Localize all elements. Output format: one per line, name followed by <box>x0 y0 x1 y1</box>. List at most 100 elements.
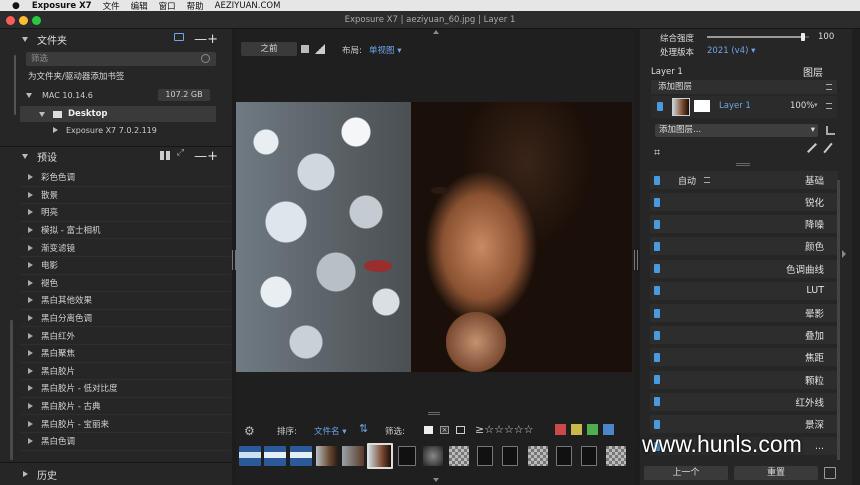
close-window-button[interactable] <box>6 16 15 25</box>
preset-add-remove[interactable]: —+ <box>194 149 218 164</box>
presets-scrollbar[interactable] <box>10 320 13 460</box>
adjust-panel-row[interactable]: 晕影 <box>650 304 838 322</box>
layer-thumbnail[interactable] <box>672 98 690 116</box>
folders-header[interactable]: 文件夹 —+ <box>0 30 232 48</box>
previous-button[interactable]: 上一个 <box>644 466 728 480</box>
panel-toggle[interactable] <box>654 330 660 340</box>
menu-window[interactable]: 窗口 <box>159 0 176 12</box>
expand-icon[interactable]: ⤢ <box>177 148 184 158</box>
yellow-label-filter[interactable] <box>571 424 582 435</box>
compare-icon[interactable] <box>315 44 325 54</box>
menu-file[interactable]: 文件 <box>103 0 120 12</box>
desktop-folder-row[interactable]: Desktop <box>20 106 216 122</box>
blue-label-filter[interactable] <box>603 424 614 435</box>
expand-icon[interactable] <box>28 438 33 445</box>
thumbnail[interactable] <box>581 446 597 466</box>
thumbnail[interactable] <box>398 446 416 466</box>
expand-icon[interactable] <box>28 420 33 427</box>
mask-icon[interactable] <box>826 126 835 135</box>
thumbnail[interactable] <box>449 446 469 466</box>
panel-toggle[interactable] <box>654 264 660 274</box>
thumbnail[interactable] <box>477 446 493 466</box>
menu-site[interactable]: AEZIYUAN.COM <box>215 1 281 11</box>
preset-category[interactable]: 黑白胶片 <box>20 363 231 381</box>
grid-view-icon[interactable] <box>160 151 170 160</box>
collapse-icon[interactable] <box>22 153 28 159</box>
adjust-panel-row[interactable]: 颜色 <box>650 237 838 256</box>
filmstrip-resize-handle[interactable] <box>428 412 440 415</box>
adjust-panel-row[interactable]: 叠加 <box>650 326 838 345</box>
expand-icon[interactable] <box>28 262 33 269</box>
auto-button[interactable]: 自动 <box>678 174 696 187</box>
app-menu[interactable]: Exposure X7 <box>32 1 92 11</box>
add-layer-header[interactable]: 添加图层 <box>651 80 837 94</box>
preset-category[interactable]: 黑白胶片 - 低对比度 <box>20 380 231 398</box>
folder-filter-input[interactable]: 筛选 <box>26 52 216 66</box>
adjust-panel-row[interactable]: 焦距 <box>650 348 838 367</box>
thumbnail[interactable] <box>239 446 261 466</box>
star-rating[interactable]: ☆☆☆☆☆ <box>484 423 533 436</box>
folder-scrollbar[interactable] <box>14 55 16 115</box>
collapse-icon[interactable] <box>22 36 28 42</box>
thumbnail[interactable] <box>423 446 443 466</box>
collapse-bottom-icon[interactable] <box>433 478 439 482</box>
drive-row[interactable]: MAC 10.14.6 107.2 GB <box>20 87 216 103</box>
preset-category[interactable]: 黑白聚焦 <box>20 345 231 363</box>
layer-menu-icon[interactable] <box>826 84 832 90</box>
expand-icon[interactable] <box>28 385 33 392</box>
panel-toggle[interactable] <box>654 419 660 429</box>
adjust-scrollbar[interactable] <box>837 180 840 460</box>
panel-toggle[interactable] <box>654 352 660 362</box>
menu-help[interactable]: 帮助 <box>187 0 204 12</box>
expand-icon[interactable] <box>28 244 33 251</box>
sort-dropdown[interactable]: 文件名 ▾ <box>314 425 346 437</box>
add-bookmark-link[interactable]: 为文件夹/驱动器添加书签 <box>28 70 124 82</box>
preset-category[interactable]: 黑白色调 <box>20 433 231 451</box>
rating-filter[interactable]: ≥☆☆☆☆☆ <box>475 423 534 436</box>
layer-menu-icon[interactable] <box>826 103 832 109</box>
zoom-window-button[interactable] <box>32 16 41 25</box>
expand-icon[interactable] <box>28 403 33 410</box>
unflagged-filter-icon[interactable] <box>456 426 465 434</box>
layer-mask-thumbnail[interactable] <box>694 100 710 112</box>
panel-layout-icon[interactable] <box>824 467 836 479</box>
adjust-panel-row[interactable]: 降噪 <box>650 215 838 234</box>
reject-filter-icon[interactable]: × <box>440 426 449 434</box>
layout-dropdown[interactable]: 单视图 ▾ <box>369 44 401 56</box>
filmstrip-settings-icon[interactable]: ⚙ <box>244 424 255 438</box>
expand-icon[interactable] <box>28 174 33 181</box>
collapse-right-icon[interactable] <box>842 250 846 258</box>
strength-slider[interactable] <box>707 33 809 41</box>
apple-menu-icon[interactable]: ● <box>12 1 20 11</box>
thumbnail[interactable] <box>316 446 338 466</box>
panel-toggle[interactable] <box>654 197 660 207</box>
expand-icon[interactable] <box>28 350 33 357</box>
preset-category[interactable]: 渐变滤镜 <box>20 239 231 257</box>
folder-add-remove[interactable]: —+ <box>194 32 218 47</box>
panel-toggle[interactable] <box>654 219 660 229</box>
process-version-dropdown[interactable]: 2021 (v4) ▾ <box>707 46 755 56</box>
history-header[interactable]: 历史 <box>0 462 232 485</box>
expand-icon[interactable] <box>28 209 33 216</box>
panel-resize-handle[interactable] <box>736 163 750 166</box>
green-label-filter[interactable] <box>587 424 598 435</box>
preset-category[interactable]: 黑白其他效果 <box>20 292 231 310</box>
thumbnail[interactable] <box>556 446 572 466</box>
adjust-panel-row[interactable]: LUT <box>650 281 838 300</box>
thumbnail[interactable] <box>264 446 286 466</box>
strength-slider-knob[interactable] <box>800 33 805 41</box>
layer-row[interactable]: Layer 1 100% ▾ <box>651 96 837 118</box>
collapse-top-icon[interactable] <box>433 30 439 34</box>
thumbnail[interactable] <box>502 446 518 466</box>
panel-toggle[interactable] <box>654 241 660 251</box>
preset-category[interactable]: 明亮 <box>20 204 231 222</box>
expand-icon[interactable] <box>28 191 33 198</box>
auto-menu-icon[interactable] <box>704 177 711 183</box>
crop-icon[interactable]: ⌗ <box>654 146 660 160</box>
expand-icon[interactable] <box>28 227 33 234</box>
expand-icon[interactable] <box>28 297 33 304</box>
panel-toggle[interactable] <box>654 375 660 385</box>
folder-browse-icon[interactable] <box>174 33 184 41</box>
reset-button[interactable]: 重置 <box>734 466 818 480</box>
sort-order-icon[interactable]: ⇅ <box>359 422 368 435</box>
